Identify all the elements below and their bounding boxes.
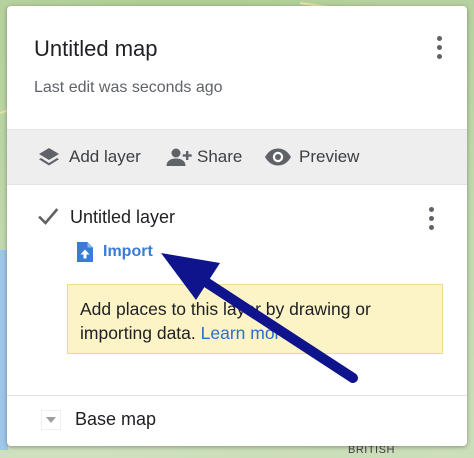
share-button[interactable]: Share [163,130,242,184]
checkbox-checked-icon[interactable] [37,206,59,228]
person-add-icon [166,148,192,166]
base-map-label: Base map [75,409,157,429]
preview-button[interactable]: Preview [263,130,359,184]
learn-more-link[interactable]: Learn more [201,323,291,343]
triangle-down-icon [41,409,61,430]
layer-header: Untitled layer [37,204,175,230]
map-panel: Untitled map Last edit was seconds ago A… [7,6,467,446]
base-map-row[interactable]: Base map [41,409,156,430]
last-edit-status: Last edit was seconds ago [34,79,223,96]
share-label: Share [197,147,243,166]
import-link[interactable]: Import [76,241,153,263]
layer-name[interactable]: Untitled layer [70,207,175,228]
add-layer-label: Add layer [69,147,141,166]
layer-more-vert-icon[interactable] [427,207,435,230]
add-layer-button[interactable]: Add layer [37,130,141,184]
preview-label: Preview [299,147,360,166]
map-title[interactable]: Untitled map [34,36,158,62]
eye-icon [265,148,291,166]
divider [7,395,467,396]
file-upload-icon [77,242,93,262]
layer-toolbar: Add layer Share Preview [7,129,467,185]
more-vert-icon[interactable] [435,36,443,59]
layers-icon [39,148,59,166]
import-label: Import [103,243,153,260]
layer-hint-box: Add places to this layer by drawing or i… [67,284,443,354]
